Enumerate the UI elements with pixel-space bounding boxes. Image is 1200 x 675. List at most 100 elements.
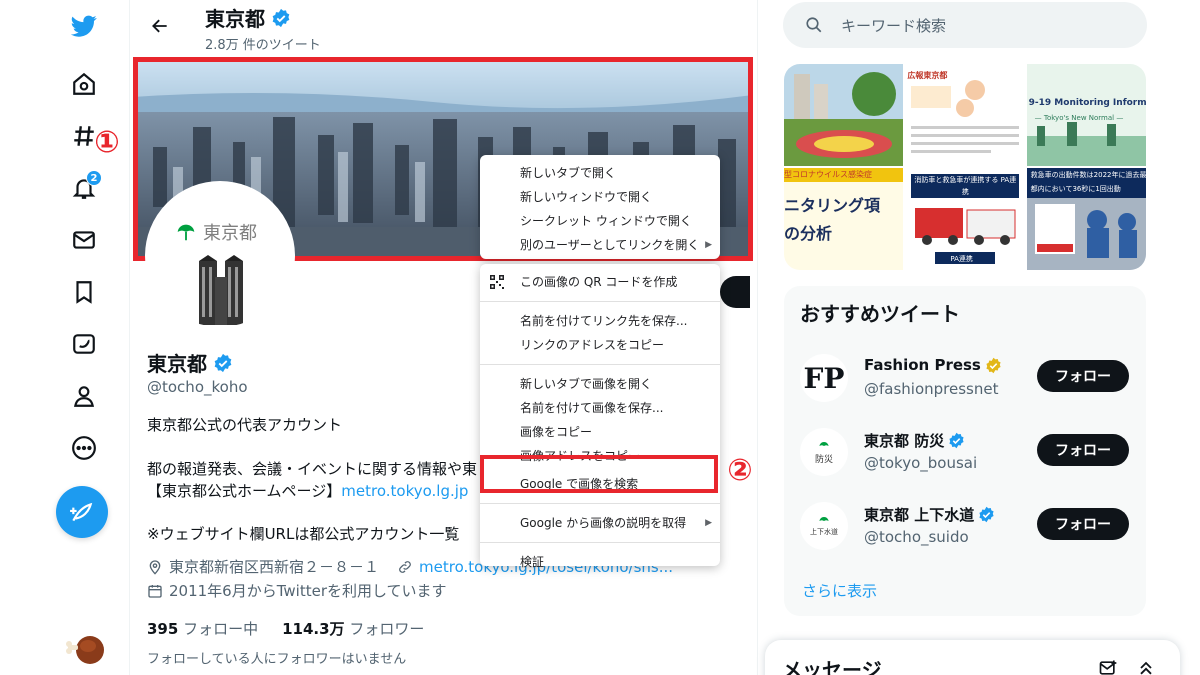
ctx-separator [480,301,720,302]
back-arrow-icon [152,19,167,33]
messages-title: メッセージ [782,658,882,675]
profile-joined: 2011年6月からTwitterを利用しています [169,582,447,600]
media-subtext: ニタリング項 [784,196,881,215]
compose-tweet-button[interactable] [56,486,108,538]
ctx-open-new-tab[interactable]: 新しいタブで開く [480,161,720,185]
profile-icon[interactable] [64,376,104,416]
account-handle: @tokyo_bousai [864,454,978,472]
submenu-arrow-icon: ▶ [705,240,712,250]
media-subtext: の分析 [784,224,833,243]
profile-name: 東京都 [147,352,207,376]
ctx-separator [480,542,720,543]
ctx-open-new-tab-label: 新しいタブで開く [520,166,617,180]
notification-badge: 2 [86,170,102,186]
link-icon [399,560,411,573]
follow-button[interactable]: フォロー [1037,434,1129,466]
account-name-row: 東京都 防災 [864,430,965,451]
ctx-inspect[interactable]: 検証 [480,550,720,574]
messages-drawer[interactable]: メッセージ [765,640,1180,675]
messages-actions [1098,658,1156,675]
account-avatar[interactable] [66,632,106,668]
ctx-open-as-user-label: 別のユーザーとしてリンクを開く [520,238,700,252]
media-thumbnail[interactable]: 9-19 Monitoring Informa — Tokyo's New No… [1026,64,1146,166]
media-text: 型コロナウイルス感染症 [784,168,904,182]
ctx-get-image-description[interactable]: Google から画像の説明を取得 ▶ [480,511,720,535]
tokyo-ginkgo-icon [819,441,829,446]
media-grid: 広報東京都 9-19 Monitoring Informa — Tokyo's … [784,64,1146,270]
following-link[interactable]: 395 フォロー中 [147,618,258,639]
profile-handle: @tocho_koho [147,378,248,396]
follow-button-partial[interactable] [720,276,750,308]
chevron-double-up-icon[interactable] [1136,658,1156,675]
following-label: フォロー中 [183,620,259,638]
more-icon[interactable] [64,428,104,468]
media-thumbnail[interactable] [784,64,904,166]
ctx-get-image-description-label: Google から画像の説明を取得 [520,516,687,530]
ctx-open-as-user[interactable]: 別のユーザーとしてリンクを開く ▶ [480,233,720,257]
location-icon [149,559,161,575]
account-name-row: 東京都 上下水道 [864,504,995,525]
header-name: 東京都 [205,7,265,31]
show-more-link[interactable]: さらに表示 [802,580,877,601]
profile-location: 東京都新宿区西新宿２－８－１ [169,558,380,576]
recommended-account[interactable]: 防災 東京都 防災 @tokyo_bousai フォロー [800,428,1140,488]
bio-line-4: ※ウェブサイト欄URLは都公式アカウント一覧 [147,525,460,543]
ctx-separator [480,364,720,365]
ctx-create-qr[interactable]: この画像の QR コードを作成 [480,270,720,294]
new-message-icon[interactable] [1098,658,1118,675]
ctx-open-incognito[interactable]: シークレット ウィンドウで開く [480,209,720,233]
ctx-open-image-new-tab-label: 新しいタブで画像を開く [520,377,653,391]
annotation-marker-1-visible: ① [94,125,120,160]
ctx-open-new-window-label: 新しいウィンドウで開く [520,190,653,204]
media-thumbnail[interactable]: 救急車の出動件数は2022年に過去最多 都内において36秒に1回出動 [1026,168,1146,270]
home-icon[interactable] [64,64,104,104]
tocho-building-icon [199,255,243,325]
ctx-save-link-as-label: 名前を付けてリンク先を保存... [520,314,688,328]
context-menu-image-section: この画像の QR コードを作成 名前を付けてリンク先を保存... リンクのアドレ… [480,264,720,569]
account-name: 東京都 上下水道 [864,506,975,524]
back-button[interactable] [146,12,174,40]
profile-header: 東京都 2.8万 件のツイート [130,0,758,58]
media-thumbnail[interactable]: 広報東京都 [905,64,1025,166]
homepage-link[interactable]: metro.tokyo.lg.jp [341,482,468,500]
follow-button[interactable]: フォロー [1037,360,1129,392]
follow-button[interactable]: フォロー [1037,508,1129,540]
search-icon [806,17,822,33]
ctx-save-link-as[interactable]: 名前を付けてリンク先を保存... [480,309,720,333]
ctx-save-image-as[interactable]: 名前を付けて画像を保存... [480,396,720,420]
submenu-arrow-icon: ▶ [705,518,712,528]
verified-badge-icon [949,432,964,449]
profile-avatar[interactable]: 東京都 [145,181,295,331]
ctx-copy-image-label: 画像をコピー [520,425,593,439]
ctx-open-new-window[interactable]: 新しいウィンドウで開く [480,185,720,209]
ctx-copy-link-address[interactable]: リンクのアドレスをコピー [480,333,720,357]
following-count: 395 [147,620,179,638]
account-handle: @tocho_suido [864,528,969,546]
messages-icon[interactable] [64,220,104,260]
account-handle: @fashionpressnet [864,380,999,398]
tokyo-logo: 東京都 [175,219,257,245]
calendar-icon [148,584,162,598]
twitter-logo-icon[interactable] [64,6,104,46]
bio-line-3-prefix: 【東京都公式ホームページ】 [147,482,342,500]
ctx-copy-link-address-label: リンクのアドレスをコピー [520,338,665,352]
recommended-account[interactable]: FP Fashion Press @fashionpressnet フォロー [800,354,1140,414]
bookmarks-icon[interactable] [64,272,104,312]
search-bar[interactable]: キーワード検索 [783,2,1147,48]
media-subtext: PA連携 [950,255,973,263]
follow-stats: 395 フォロー中 114.3万 フォロワー [147,618,424,639]
notifications-icon[interactable]: 2 [64,168,104,208]
media-thumbnail[interactable]: 消防車と救急車が連携する PA連携 PA連携 [905,168,1025,270]
followers-link[interactable]: 114.3万 フォロワー [282,618,424,639]
ctx-open-image-new-tab[interactable]: 新しいタブで画像を開く [480,372,720,396]
ctx-copy-image[interactable]: 画像をコピー [480,420,720,444]
recommended-account[interactable]: 上下水道 東京都 上下水道 @tocho_suido フォロー [800,502,1140,562]
bio-line-2: 都の報道発表、会議・イベントに関する情報や東 [147,460,478,478]
lists-icon[interactable] [64,324,104,364]
tokyo-ginkgo-icon [819,517,829,521]
avatar-text: 上下水道 [810,528,838,536]
media-thumbnail[interactable]: 型コロナウイルス感染症 ニタリング項 の分析 [784,168,904,270]
followers-count: 114.3万 [282,620,345,638]
account-name: 東京都 防災 [864,432,945,450]
followers-you-know-note: フォローしている人にフォロワーはいません [147,652,407,667]
